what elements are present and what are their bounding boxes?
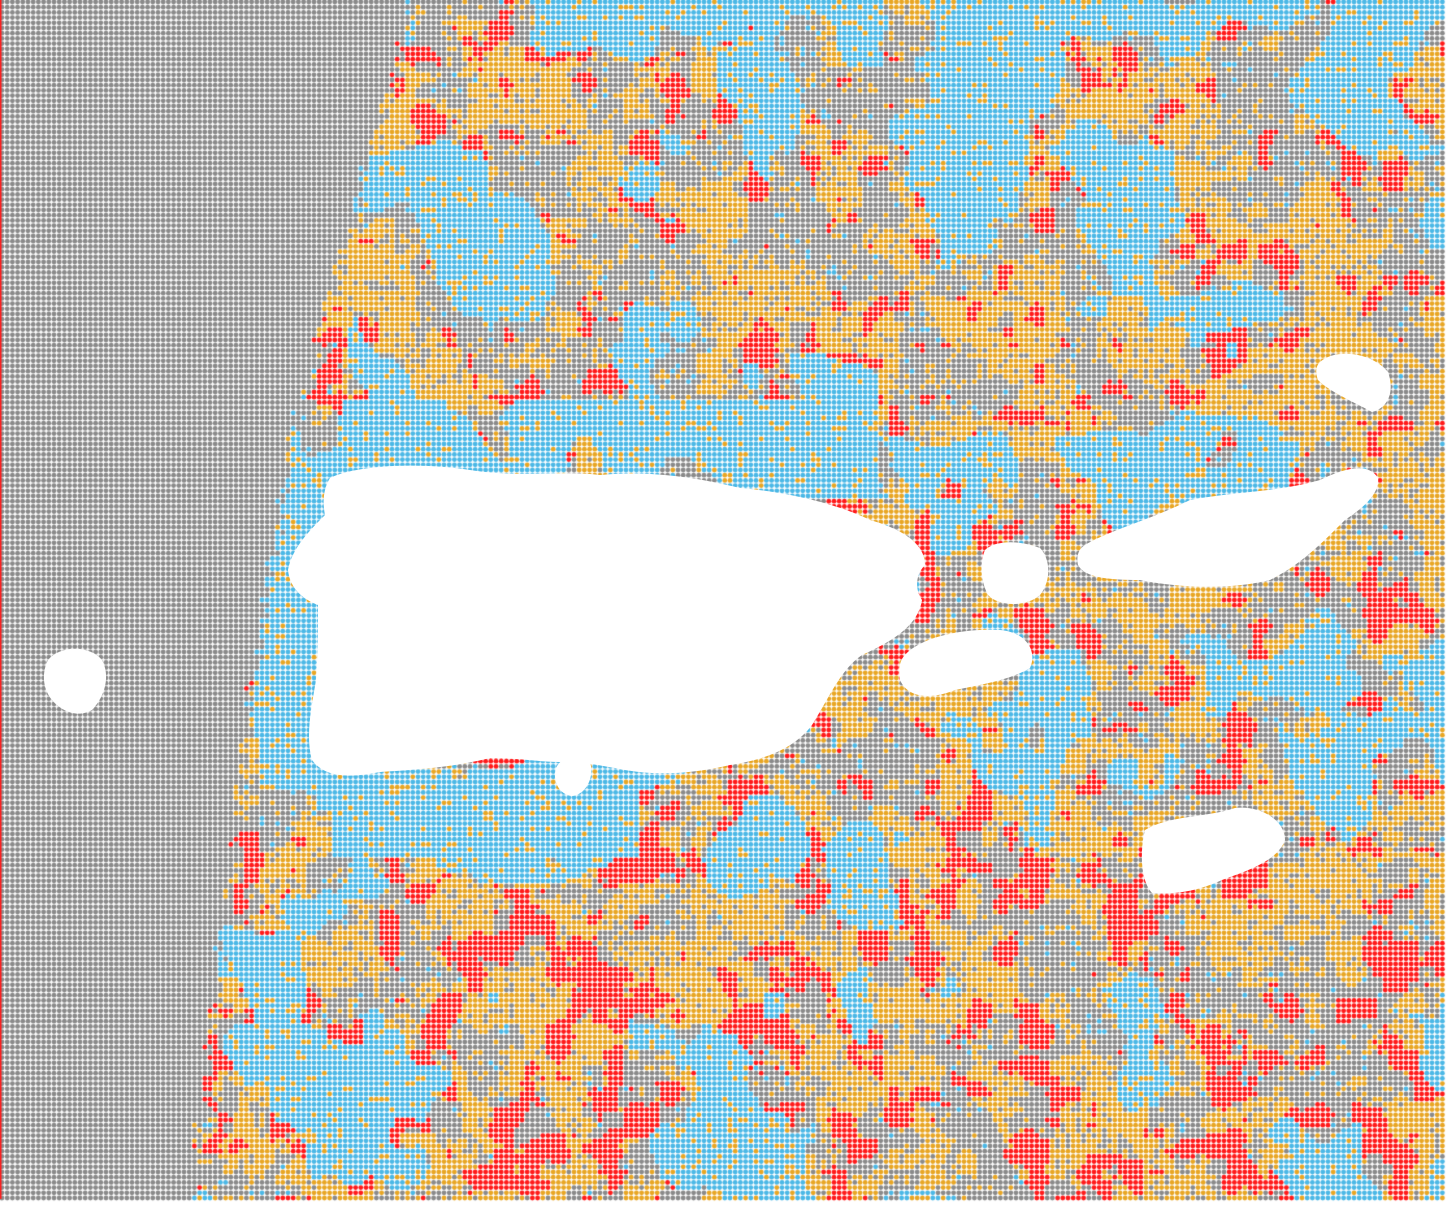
map-view[interactable] [0, 0, 1446, 1205]
island-east-long [1077, 468, 1379, 587]
island-west [43, 648, 107, 714]
island-southeast [1141, 807, 1285, 894]
island-northeast [1316, 353, 1391, 412]
land-masses [43, 353, 1391, 894]
island-main [288, 465, 925, 776]
islet-south [554, 756, 592, 796]
island-middle [899, 629, 1033, 696]
island-east-upper [981, 542, 1049, 605]
